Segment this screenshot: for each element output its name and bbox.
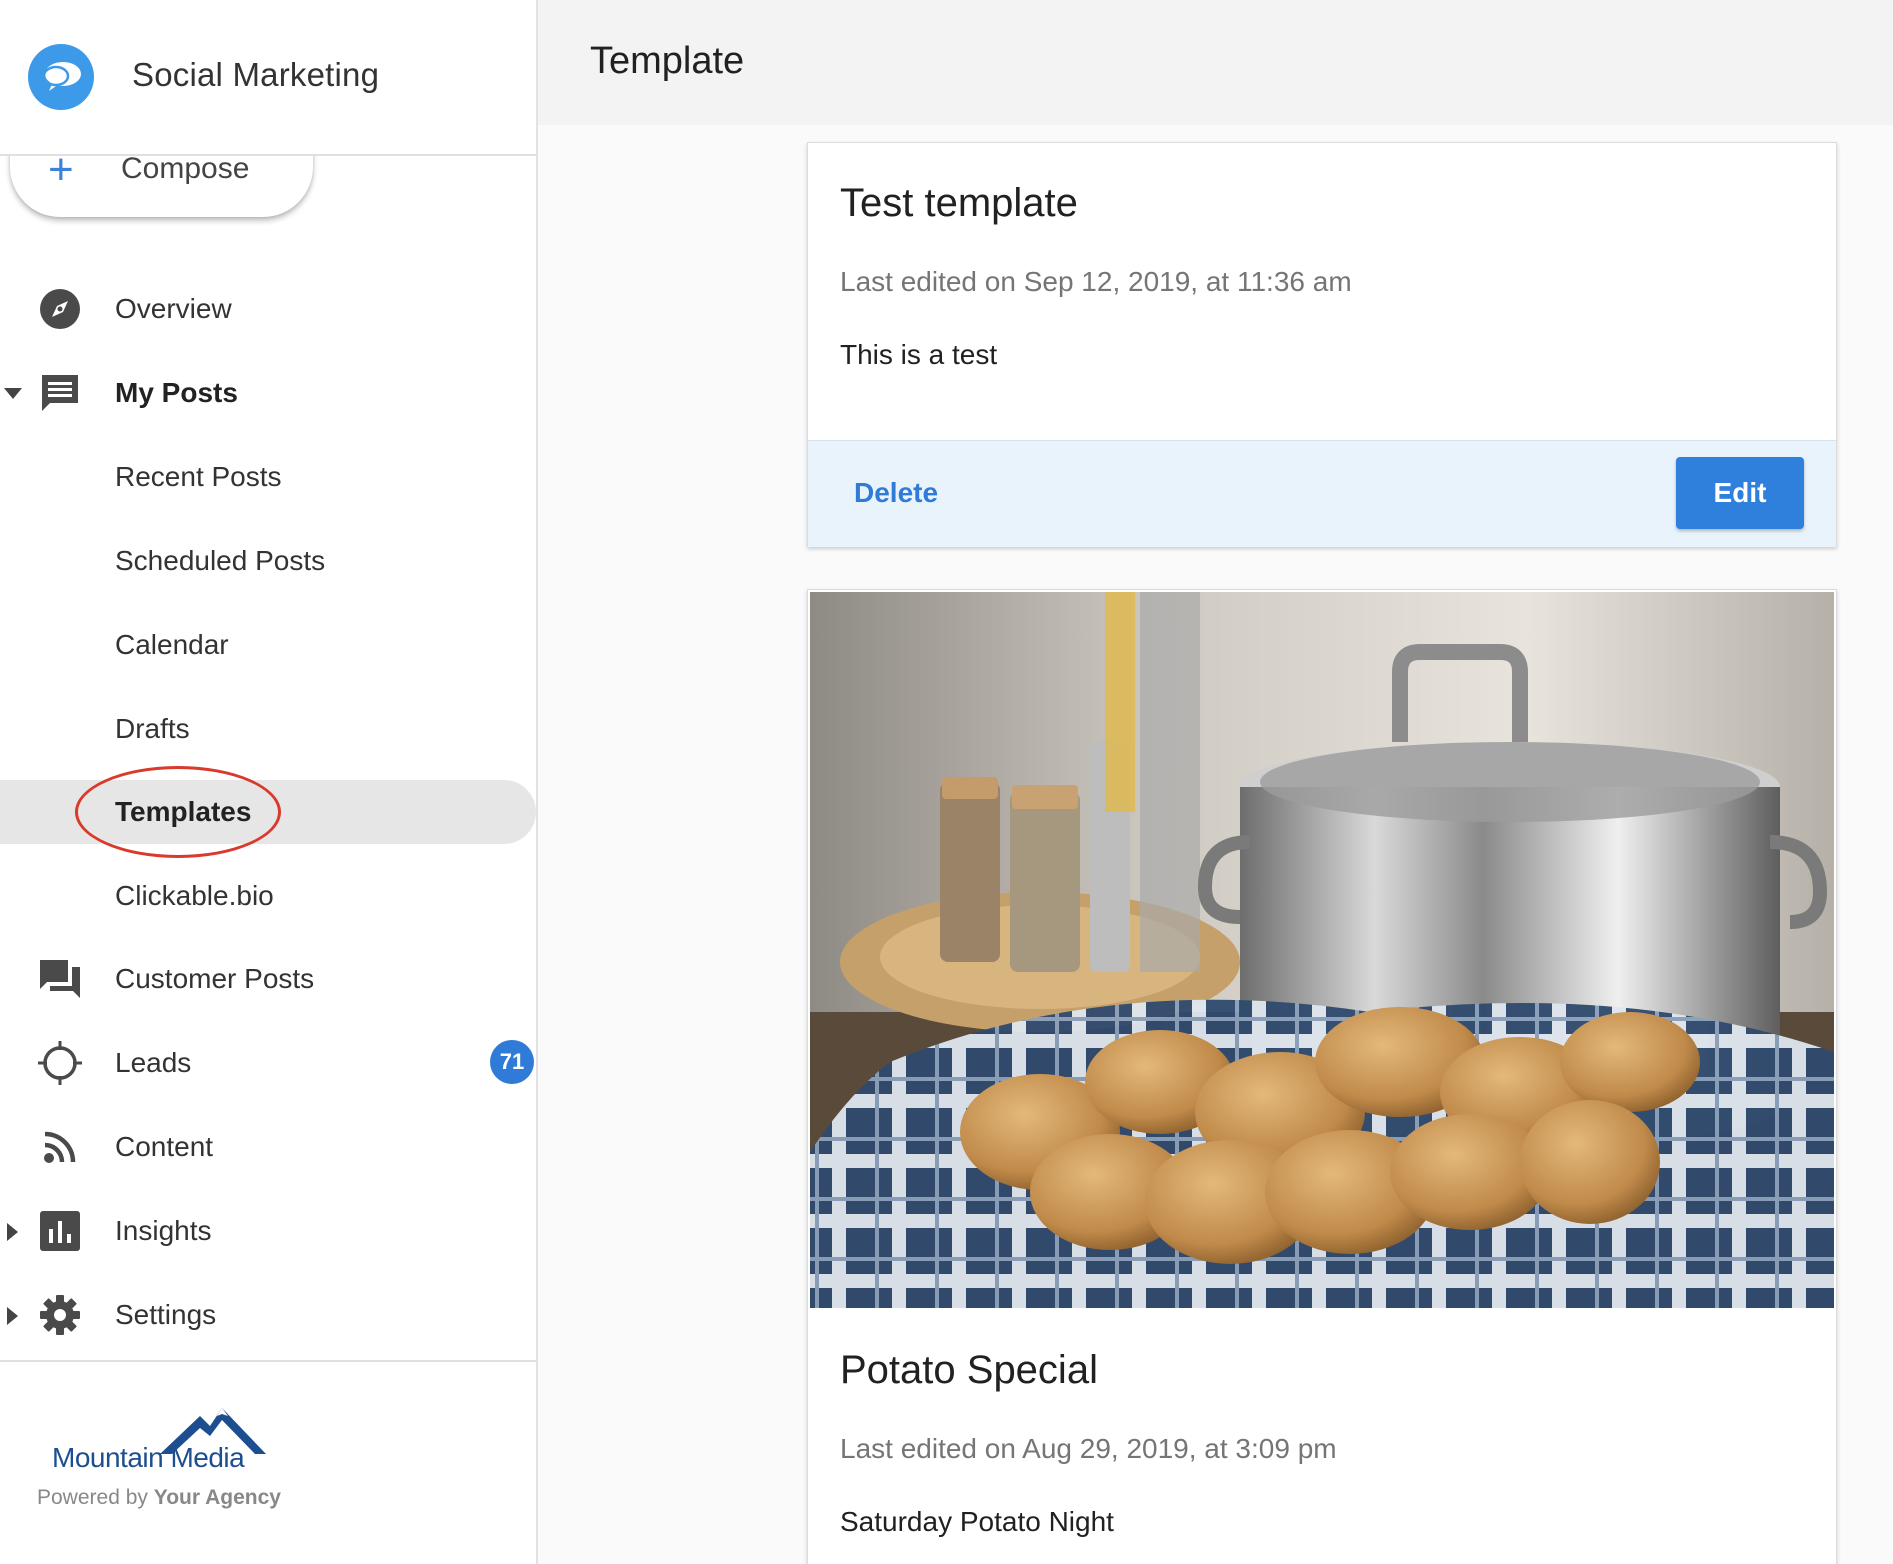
sidebar-item-my-posts[interactable]: My Posts <box>0 361 536 425</box>
sidebar-item-label: Insights <box>115 1215 212 1246</box>
bar-chart-icon <box>38 1211 82 1251</box>
caret-down-icon[interactable] <box>4 385 22 403</box>
sidebar-item-content[interactable]: Content <box>0 1115 536 1179</box>
sidebar-item-leads[interactable]: Leads <box>0 1031 536 1095</box>
sidebar-item-scheduled-posts[interactable]: Scheduled Posts <box>0 529 536 593</box>
potatoes-and-pot-photo <box>810 592 1834 1308</box>
sidebar-footer: Mountain Media Powered by Your Agency <box>0 1360 536 1564</box>
sidebar-item-label: Recent Posts <box>115 461 282 492</box>
template-card: Potato Special Last edited on Aug 29, 20… <box>807 589 1837 1564</box>
app-name: Social Marketing <box>132 56 380 93</box>
caret-right-icon[interactable] <box>4 1307 22 1325</box>
sidebar-item-label: Overview <box>115 293 232 324</box>
template-actions: Delete Edit <box>808 440 1836 547</box>
powered-by-agency: Your Agency <box>153 1486 281 1509</box>
annotation-circle <box>75 766 281 858</box>
sidebar-item-recent-posts[interactable]: Recent Posts <box>0 445 536 509</box>
template-card: Test template Last edited on Sep 12, 201… <box>807 142 1837 547</box>
compose-label[interactable]: Compose <box>121 152 249 186</box>
sidebar-item-insights[interactable]: Insights <box>0 1199 536 1263</box>
sidebar: Social Marketing + Compose Overview My P… <box>0 0 538 1564</box>
edit-button[interactable]: Edit <box>1676 457 1804 529</box>
sidebar-item-label: Calendar <box>115 629 229 660</box>
template-body: This is a test <box>840 339 998 370</box>
sidebar-item-label: Settings <box>115 1299 217 1330</box>
sidebar-item-calendar[interactable]: Calendar <box>0 613 536 677</box>
top-bar: Template <box>538 0 1893 125</box>
agency-name: Mountain Media <box>52 1442 245 1473</box>
sidebar-item-settings[interactable]: Settings <box>0 1283 536 1347</box>
crosshair-icon <box>38 1041 82 1085</box>
sidebar-item-drafts[interactable]: Drafts <box>0 697 536 761</box>
template-title: Potato Special <box>840 1348 1098 1392</box>
chat-bubble-logo-icon <box>28 44 94 110</box>
sidebar-item-label: Scheduled Posts <box>115 545 326 576</box>
sidebar-item-label: Content <box>115 1131 214 1162</box>
template-last-edited: Last edited on Sep 12, 2019, at 11:36 am <box>840 266 1352 297</box>
sidebar-item-label: Drafts <box>115 713 190 744</box>
sidebar-item-overview[interactable]: Overview <box>0 277 536 341</box>
page-title: Template <box>590 40 745 82</box>
sidebar-item-label: My Posts <box>115 377 238 408</box>
sidebar-item-label: Clickable.bio <box>115 880 274 911</box>
gear-icon <box>38 1295 82 1335</box>
powered-by-prefix: Powered by <box>37 1486 148 1509</box>
forum-icon <box>38 959 82 999</box>
plus-icon[interactable]: + <box>48 148 74 192</box>
sidebar-item-label: Leads <box>115 1047 192 1078</box>
delete-button[interactable]: Delete <box>854 477 938 509</box>
powered-by-text: Powered by Your Agency <box>37 1486 281 1510</box>
sidebar-item-clickable-bio[interactable]: Clickable.bio <box>0 864 536 928</box>
template-last-edited: Last edited on Aug 29, 2019, at 3:09 pm <box>840 1433 1337 1464</box>
rss-icon <box>38 1127 82 1167</box>
leads-count-badge: 71 <box>490 1040 534 1084</box>
brand-header: Social Marketing <box>0 0 536 156</box>
compass-icon <box>38 289 82 329</box>
sidebar-item-customer-posts[interactable]: Customer Posts <box>0 947 536 1011</box>
message-icon <box>38 373 82 413</box>
caret-right-icon[interactable] <box>4 1223 22 1241</box>
sidebar-item-label: Customer Posts <box>115 963 315 994</box>
template-body: Saturday Potato Night <box>840 1506 1114 1537</box>
template-title: Test template <box>840 181 1078 225</box>
